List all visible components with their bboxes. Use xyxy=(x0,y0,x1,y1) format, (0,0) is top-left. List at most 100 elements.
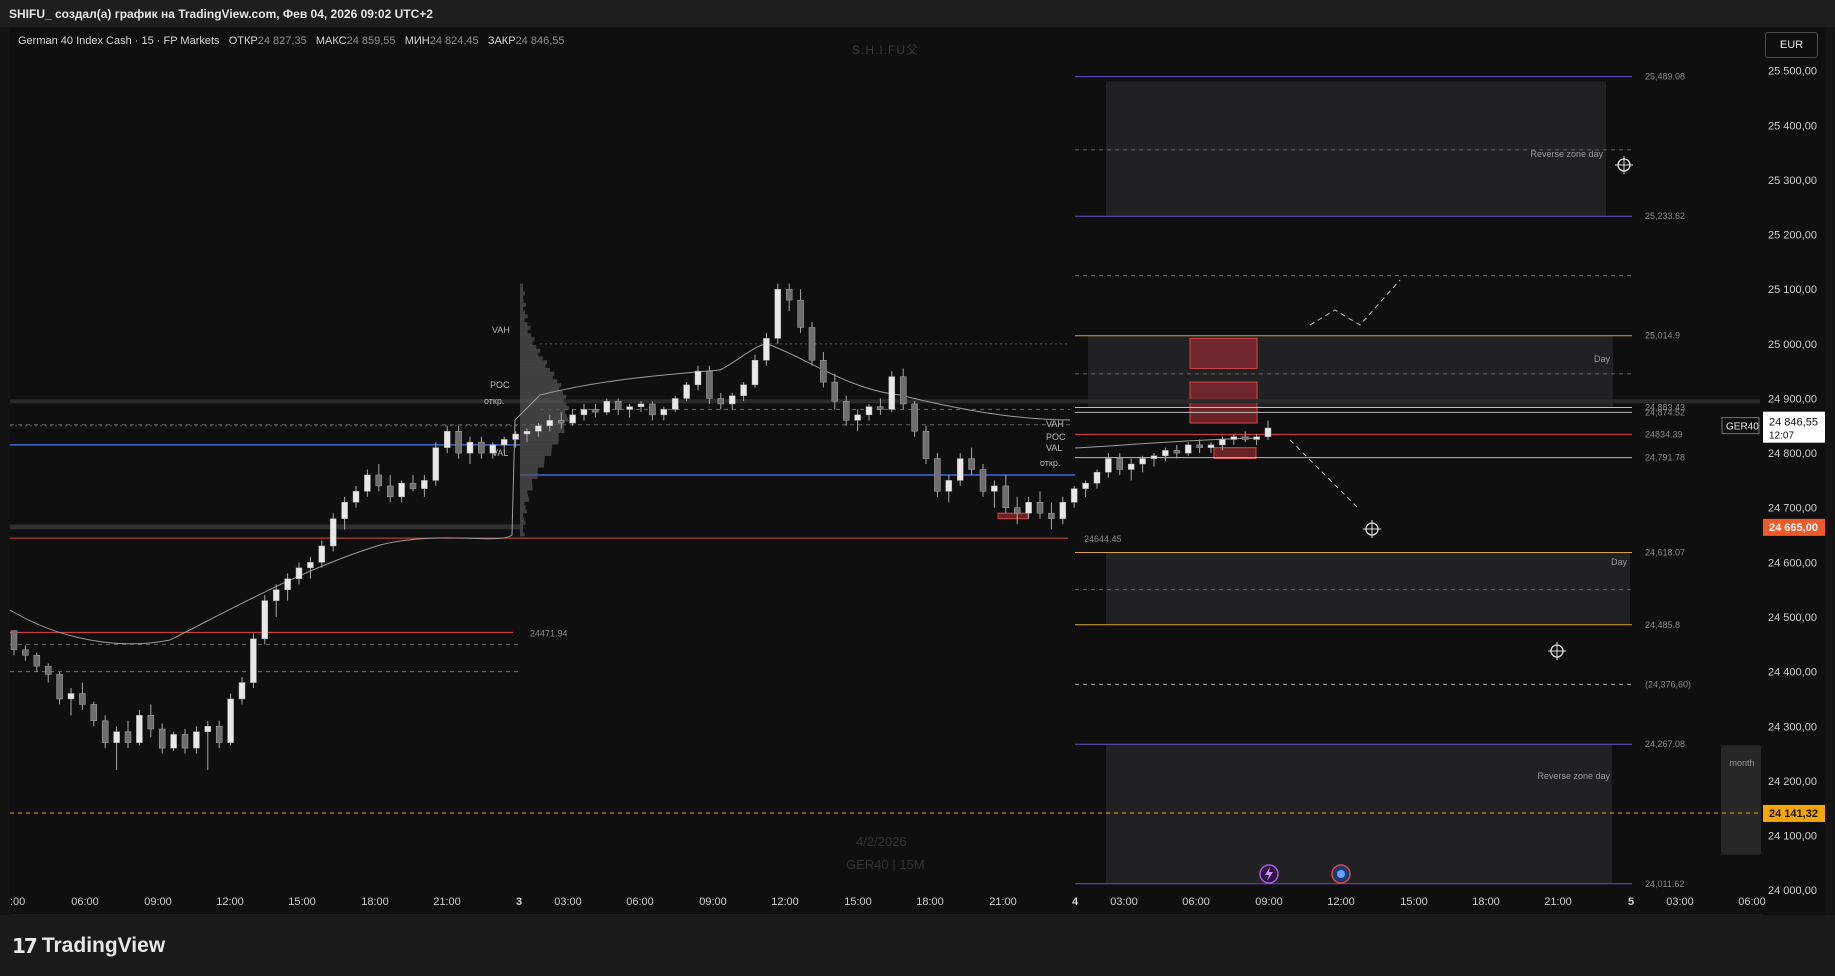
candle[interactable] xyxy=(227,693,234,746)
order-block[interactable] xyxy=(1189,337,1258,369)
candle[interactable] xyxy=(808,322,816,366)
candle[interactable] xyxy=(204,720,212,770)
candle[interactable] xyxy=(1207,442,1215,454)
candle[interactable] xyxy=(968,447,975,475)
candle[interactable] xyxy=(67,688,75,716)
candle[interactable] xyxy=(820,352,827,388)
candle[interactable] xyxy=(364,469,371,497)
candle[interactable] xyxy=(1036,491,1044,519)
candle[interactable] xyxy=(1173,444,1181,459)
candle[interactable] xyxy=(694,365,702,391)
candle[interactable] xyxy=(991,480,998,508)
candle[interactable] xyxy=(911,401,918,437)
candle[interactable] xyxy=(466,436,474,465)
candle[interactable] xyxy=(398,480,405,503)
candle[interactable] xyxy=(22,645,29,661)
candle[interactable] xyxy=(1070,485,1078,508)
candle[interactable] xyxy=(101,715,109,749)
target-marker-icon[interactable] xyxy=(1363,520,1381,538)
candle[interactable] xyxy=(740,382,747,402)
target-marker-icon[interactable] xyxy=(1615,156,1633,174)
candle[interactable] xyxy=(1162,447,1169,462)
candle[interactable] xyxy=(421,474,428,497)
candle[interactable] xyxy=(1253,433,1260,445)
candle[interactable] xyxy=(785,283,793,312)
candle[interactable] xyxy=(158,723,166,754)
candle[interactable] xyxy=(751,354,759,388)
candle[interactable] xyxy=(238,677,246,705)
candle[interactable] xyxy=(945,474,953,503)
price-axis-label[interactable]: 24 665,00 xyxy=(1763,518,1825,536)
candle[interactable] xyxy=(318,540,326,568)
candle[interactable] xyxy=(250,633,257,689)
candle[interactable] xyxy=(272,584,280,617)
candle[interactable] xyxy=(626,403,633,418)
candle[interactable] xyxy=(443,425,451,454)
candle[interactable] xyxy=(854,409,861,432)
candle[interactable] xyxy=(432,442,440,486)
candle[interactable] xyxy=(113,726,120,770)
lightning-icon[interactable] xyxy=(1259,864,1279,884)
zone-box[interactable] xyxy=(1088,335,1613,408)
candle[interactable] xyxy=(763,332,770,366)
currency-button[interactable]: EUR xyxy=(1765,32,1818,58)
candle[interactable] xyxy=(934,453,941,497)
candle[interactable] xyxy=(888,371,896,413)
candle[interactable] xyxy=(10,630,18,656)
candle[interactable] xyxy=(865,403,873,421)
candle[interactable] xyxy=(979,464,987,497)
candle[interactable] xyxy=(774,283,782,344)
candle[interactable] xyxy=(580,403,588,421)
candle[interactable] xyxy=(284,573,291,601)
zone-box[interactable] xyxy=(1106,552,1630,625)
candle[interactable] xyxy=(44,663,52,683)
zone-box[interactable] xyxy=(1106,744,1612,884)
candle[interactable] xyxy=(706,365,713,404)
candle[interactable] xyxy=(831,373,839,410)
candle[interactable] xyxy=(956,453,964,486)
candle[interactable] xyxy=(1059,496,1067,525)
candle[interactable] xyxy=(170,731,177,751)
candle[interactable] xyxy=(295,562,303,585)
symbol-name[interactable]: German 40 Index Cash · 15 · FP Markets xyxy=(18,35,220,47)
candle[interactable] xyxy=(478,436,485,459)
candle[interactable] xyxy=(922,425,930,465)
candle[interactable] xyxy=(1013,496,1021,525)
candle[interactable] xyxy=(352,485,360,508)
candle[interactable] xyxy=(1241,431,1249,443)
candle[interactable] xyxy=(181,728,189,754)
candle[interactable] xyxy=(90,701,98,727)
candle[interactable] xyxy=(79,682,86,710)
candle[interactable] xyxy=(728,393,736,410)
candle[interactable] xyxy=(329,513,337,552)
candle[interactable] xyxy=(660,406,668,421)
tradingview-logo[interactable]: 17 TradingView xyxy=(12,934,165,958)
candle[interactable] xyxy=(409,474,417,492)
candle[interactable] xyxy=(569,409,576,426)
candle[interactable] xyxy=(136,709,143,746)
candle[interactable] xyxy=(1150,453,1158,467)
candle[interactable] xyxy=(1093,469,1101,489)
candle[interactable] xyxy=(386,474,394,503)
news-flag-icon[interactable] xyxy=(1331,864,1351,884)
candle[interactable] xyxy=(215,720,223,749)
candle[interactable] xyxy=(375,464,383,492)
price-chart[interactable]: Reverse zone day Day Day Reverse zone day mo… xyxy=(0,0,1835,976)
candle[interactable] xyxy=(124,720,132,749)
order-block[interactable] xyxy=(1213,447,1257,460)
target-marker-icon[interactable] xyxy=(1548,642,1566,660)
candle[interactable] xyxy=(307,556,314,579)
candle[interactable] xyxy=(33,652,41,672)
candle[interactable] xyxy=(899,368,907,410)
candle[interactable] xyxy=(1184,442,1192,456)
candle[interactable] xyxy=(592,403,599,418)
candle[interactable] xyxy=(1082,480,1089,497)
candle[interactable] xyxy=(717,393,725,410)
price-axis-label[interactable]: 24 141,32 xyxy=(1763,804,1825,822)
candle[interactable] xyxy=(1105,453,1112,478)
candle[interactable] xyxy=(1264,420,1272,440)
candle[interactable] xyxy=(261,595,269,645)
candle[interactable] xyxy=(1230,433,1238,445)
candle[interactable] xyxy=(797,289,804,333)
candle[interactable] xyxy=(1116,453,1124,475)
